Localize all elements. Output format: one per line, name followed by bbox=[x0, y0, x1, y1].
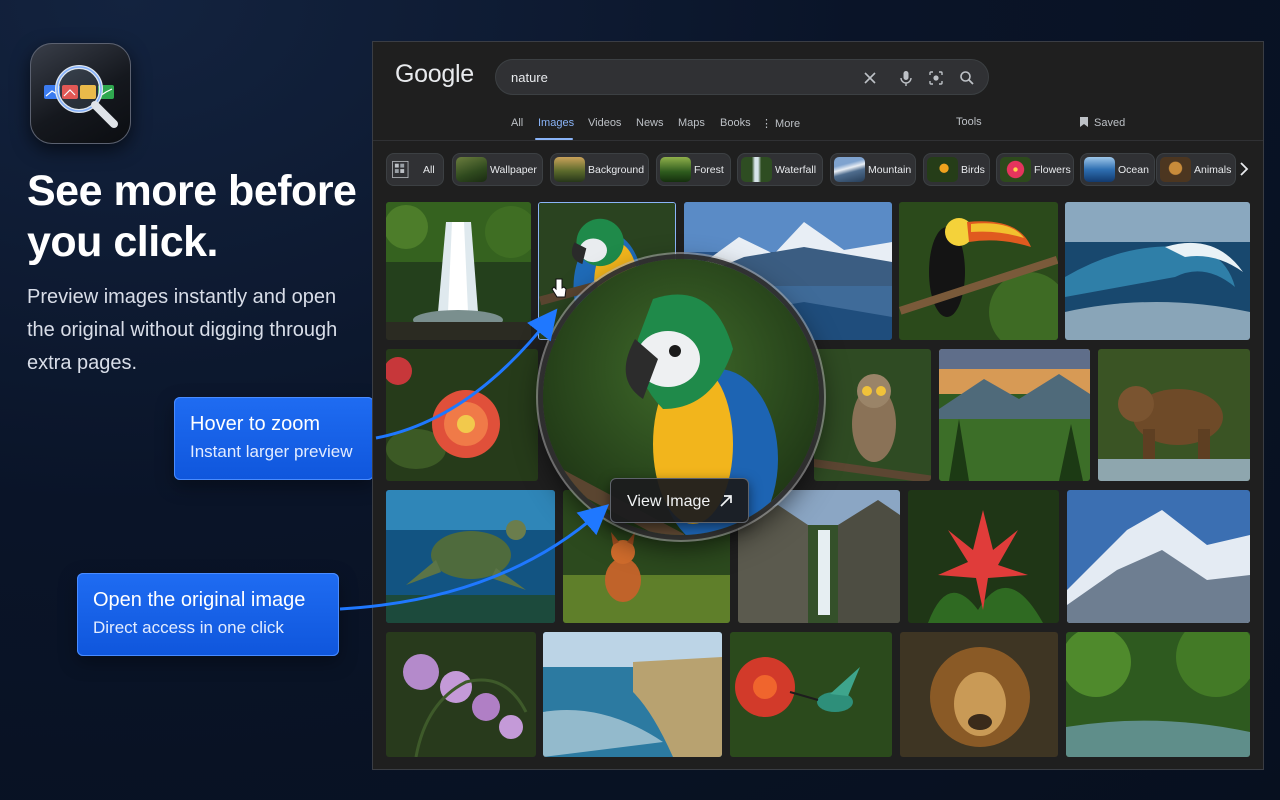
search-icon[interactable] bbox=[958, 69, 976, 87]
tab-videos[interactable]: Videos bbox=[588, 117, 621, 129]
chip-label: All bbox=[423, 164, 435, 176]
chip-background[interactable]: Background bbox=[550, 153, 649, 186]
tools-button[interactable]: Tools bbox=[956, 116, 982, 128]
callout-title: Open the original image bbox=[93, 589, 306, 611]
external-link-icon bbox=[720, 495, 732, 507]
chip-thumbnail bbox=[554, 157, 585, 182]
image-result-cliff-waterfall[interactable] bbox=[738, 490, 900, 623]
image-result-mountain-valley[interactable] bbox=[939, 349, 1090, 481]
image-result-hummingbird[interactable] bbox=[730, 632, 892, 757]
chip-thumbnail bbox=[1160, 157, 1191, 182]
chip-label: Mountain bbox=[868, 164, 912, 176]
callout-open-original: Open the original image Direct access in… bbox=[77, 573, 339, 656]
image-result-bear[interactable] bbox=[1098, 349, 1250, 481]
saved-label: Saved bbox=[1094, 117, 1126, 129]
header-divider bbox=[373, 140, 1263, 141]
image-result-orchids[interactable] bbox=[386, 632, 536, 757]
chip-wallpaper[interactable]: Wallpaper bbox=[452, 153, 543, 186]
image-result-snowy-peaks[interactable] bbox=[1067, 490, 1250, 623]
lens-camera-icon[interactable] bbox=[927, 69, 945, 87]
microphone-icon[interactable] bbox=[897, 69, 915, 87]
close-icon[interactable] bbox=[861, 69, 879, 87]
chip-thumbnail bbox=[741, 157, 772, 182]
chip-label: Forest bbox=[694, 164, 724, 176]
callout-hover-to-zoom: Hover to zoom Instant larger preview bbox=[174, 397, 374, 480]
tab-books[interactable]: Books bbox=[720, 117, 751, 129]
chevron-right-icon[interactable] bbox=[1237, 161, 1251, 177]
grid-icon bbox=[392, 160, 409, 179]
image-result-red-bloom[interactable] bbox=[908, 490, 1059, 623]
image-result-ocean-wave[interactable] bbox=[1065, 202, 1250, 340]
image-result-lion[interactable] bbox=[900, 632, 1058, 757]
image-result-toucan[interactable] bbox=[899, 202, 1058, 340]
tab-news[interactable]: News bbox=[636, 117, 664, 129]
chip-thumbnail bbox=[660, 157, 691, 182]
view-image-label: View Image bbox=[627, 493, 711, 510]
search-input[interactable]: nature bbox=[511, 70, 548, 85]
search-bar[interactable]: nature bbox=[495, 59, 989, 95]
chip-ocean[interactable]: Ocean bbox=[1080, 153, 1155, 186]
callout-subtitle: Direct access in one click bbox=[93, 618, 284, 637]
tab-maps[interactable]: Maps bbox=[678, 117, 705, 129]
tab-images[interactable]: Images bbox=[538, 117, 574, 129]
tab-more[interactable]: ⋮ More bbox=[761, 117, 800, 130]
chip-label: Background bbox=[588, 164, 645, 176]
callout-title: Hover to zoom bbox=[190, 413, 321, 435]
chip-thumbnail bbox=[1000, 157, 1031, 182]
chip-forest[interactable]: Forest bbox=[656, 153, 731, 186]
chip-label: Animals bbox=[1194, 164, 1232, 176]
chip-animals[interactable]: Animals bbox=[1156, 153, 1236, 186]
subcopy: Preview images instantly and open the or… bbox=[27, 286, 338, 374]
chip-waterfall[interactable]: Waterfall bbox=[737, 153, 823, 186]
image-result-red-flower[interactable] bbox=[386, 349, 538, 481]
image-result-owl[interactable] bbox=[814, 349, 931, 481]
app-icon bbox=[30, 43, 131, 144]
chip-all[interactable]: All bbox=[386, 153, 444, 186]
chip-thumbnail bbox=[927, 157, 958, 182]
view-image-button[interactable]: View Image bbox=[610, 478, 749, 523]
headline: See more before you click. bbox=[27, 167, 357, 266]
chip-flowers[interactable]: Flowers bbox=[996, 153, 1074, 186]
chip-label: Wallpaper bbox=[490, 164, 537, 176]
image-result-sea-turtle[interactable] bbox=[386, 490, 555, 623]
chip-label: Birds bbox=[961, 164, 985, 176]
image-result-forest-river[interactable] bbox=[1066, 632, 1250, 757]
chip-label: Flowers bbox=[1034, 164, 1071, 176]
chip-thumbnail bbox=[834, 157, 865, 182]
chip-birds[interactable]: Birds bbox=[923, 153, 990, 186]
bookmark-icon bbox=[1080, 117, 1088, 127]
hand-cursor-icon bbox=[551, 278, 567, 298]
google-logo[interactable]: Google bbox=[395, 60, 474, 89]
tab-all[interactable]: All bbox=[511, 117, 523, 129]
chip-thumbnail bbox=[1084, 157, 1115, 182]
chip-thumbnail bbox=[456, 157, 487, 182]
chip-mountain[interactable]: Mountain bbox=[830, 153, 916, 186]
image-result-coastline[interactable] bbox=[543, 632, 722, 757]
saved-button[interactable]: Saved bbox=[1079, 116, 1125, 129]
image-result-waterfall[interactable] bbox=[386, 202, 531, 340]
chip-label: Ocean bbox=[1118, 164, 1149, 176]
callout-subtitle: Instant larger preview bbox=[190, 442, 353, 461]
chip-label: Waterfall bbox=[775, 164, 817, 176]
